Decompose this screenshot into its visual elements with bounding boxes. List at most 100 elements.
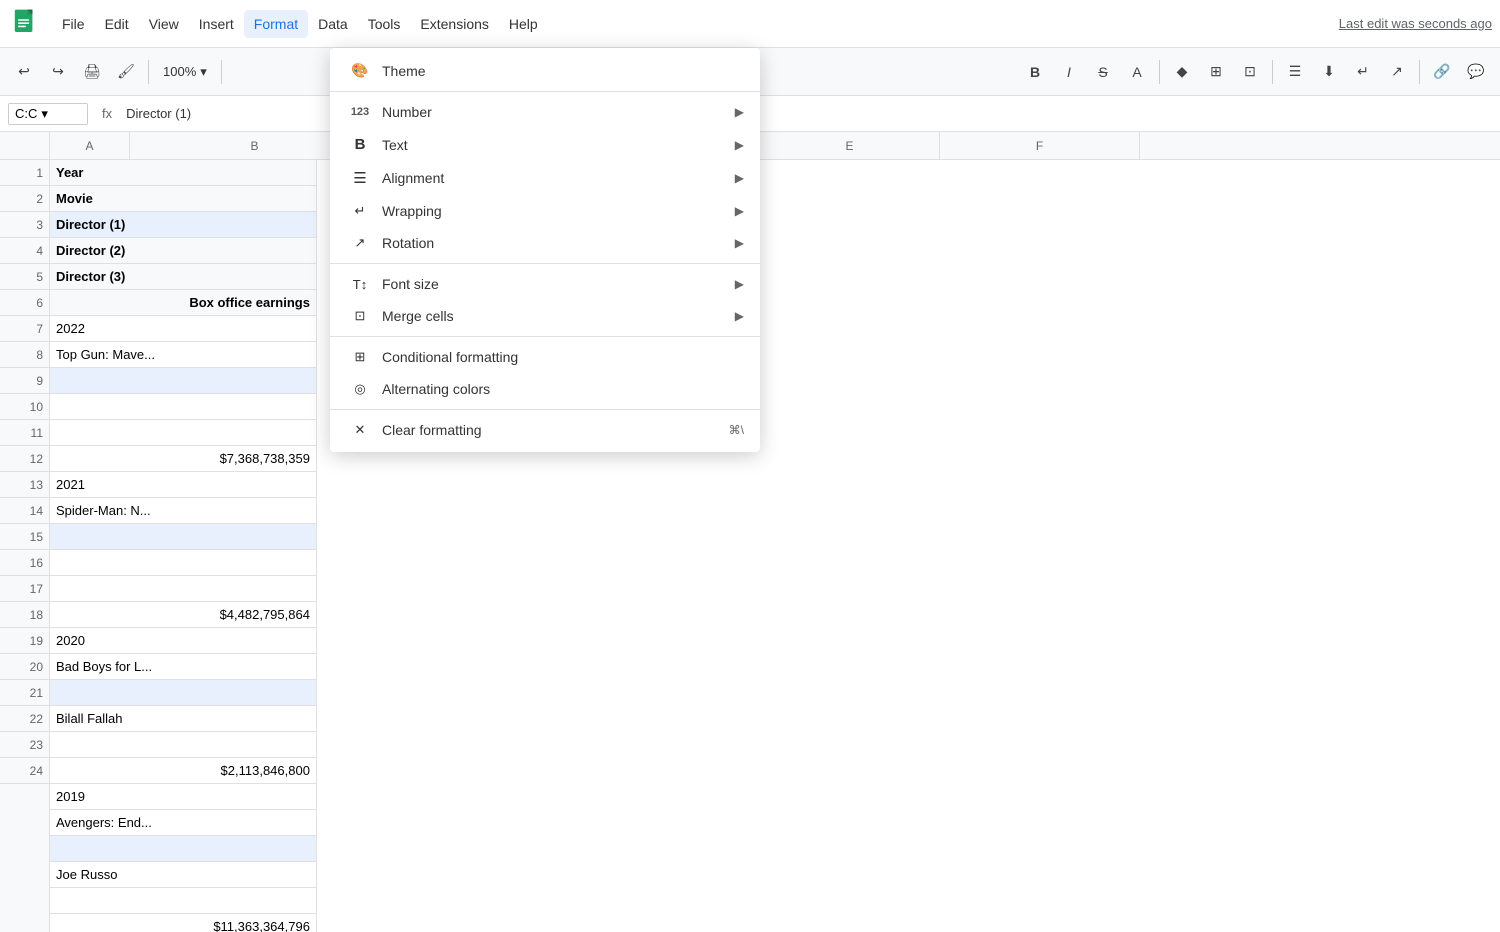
cell-3-a[interactable]: 2021	[50, 472, 317, 498]
cell-4-a[interactable]: 2020	[50, 628, 317, 654]
clear-formatting-icon: ✕	[346, 422, 374, 438]
grid-scroll[interactable]: Year Movie Director (1) Director (2) Dir…	[50, 160, 1500, 932]
cell-1-a[interactable]: Year	[50, 160, 317, 186]
format-menu-rotation[interactable]: ↗ Rotation ▶	[330, 227, 760, 259]
cell-1-f[interactable]: Box office earnings	[50, 290, 317, 316]
clear-shortcut: ⌘\	[729, 423, 744, 437]
text-wrap-button[interactable]: ↵	[1347, 56, 1379, 88]
menu-view[interactable]: View	[139, 10, 189, 38]
paint-format-button[interactable]: 🖌	[110, 56, 142, 88]
cell-2-c[interactable]	[50, 368, 317, 394]
clear-label: Clear formatting	[382, 422, 729, 438]
text-rotate-button[interactable]: ↗	[1381, 56, 1413, 88]
link-button[interactable]: 🔗	[1426, 56, 1458, 88]
row-num-7: 7	[0, 316, 49, 342]
row-num-14: 14	[0, 498, 49, 524]
col-header-a[interactable]: A	[50, 132, 130, 159]
strikethrough-button[interactable]: S	[1087, 56, 1119, 88]
redo-button[interactable]: ↪	[42, 56, 74, 88]
cell-5-b[interactable]: Avengers: End...	[50, 810, 317, 836]
cell-4-c[interactable]	[50, 680, 317, 706]
menu-edit[interactable]: Edit	[95, 10, 139, 38]
cell-4-f[interactable]: $2,113,846,800	[50, 758, 317, 784]
bold-button[interactable]: B	[1019, 56, 1051, 88]
toolbar-separator-3	[1159, 60, 1160, 84]
toolbar-separator-4	[1272, 60, 1273, 84]
cell-4-d[interactable]: Bilall Fallah	[50, 706, 317, 732]
menu-tools[interactable]: Tools	[358, 10, 411, 38]
cell-3-f[interactable]: $4,482,795,864	[50, 602, 317, 628]
format-menu-wrapping[interactable]: ↵ Wrapping ▶	[330, 195, 760, 227]
format-menu-text[interactable]: B Text ▶	[330, 128, 760, 161]
row-num-23: 23	[0, 732, 49, 758]
format-menu-merge[interactable]: ⊡ Merge cells ▶	[330, 300, 760, 332]
table-row: 2020Bad Boys for L... Bilall Fallah $2,113…	[50, 628, 1327, 784]
cell-3-d[interactable]	[50, 550, 317, 576]
menu-data[interactable]: Data	[308, 10, 358, 38]
menu-bar: File Edit View Insert Format Data Tools …	[0, 0, 1500, 48]
toolbar-right: B I S A ◆ ⊞ ⊡ ☰ ⬇ ↵ ↗ 🔗 💬	[1019, 56, 1492, 88]
undo-button[interactable]: ↩	[8, 56, 40, 88]
cell-2-d[interactable]	[50, 394, 317, 420]
format-menu-number[interactable]: 123 Number ▶	[330, 96, 760, 128]
text-color-button[interactable]: A	[1121, 56, 1153, 88]
row-num-4: 4	[0, 238, 49, 264]
cell-1-e[interactable]: Director (3)	[50, 264, 317, 290]
cell-2-a[interactable]: 2022	[50, 316, 317, 342]
col-header-f[interactable]: F	[940, 132, 1140, 159]
fontsize-label: Font size	[382, 276, 735, 292]
cell-4-b[interactable]: Bad Boys for L...	[50, 654, 317, 680]
cell-4-e[interactable]	[50, 732, 317, 758]
valign-button[interactable]: ⬇	[1313, 56, 1345, 88]
cell-5-d[interactable]: Joe Russo	[50, 862, 317, 888]
merge-cells-button[interactable]: ⊡	[1234, 56, 1266, 88]
col-header-e[interactable]: E	[760, 132, 940, 159]
format-menu-conditional[interactable]: ⊞ Conditional formatting	[330, 341, 760, 373]
row-num-22: 22	[0, 706, 49, 732]
table-row: 2019Avengers: End... Joe Russo $11,363,364…	[50, 784, 1327, 932]
cell-1-b[interactable]: Movie	[50, 186, 317, 212]
cell-2-e[interactable]	[50, 420, 317, 446]
cell-2-f[interactable]: $7,368,738,359	[50, 446, 317, 472]
align-left-button[interactable]: ☰	[1279, 56, 1311, 88]
borders-button[interactable]: ⊞	[1200, 56, 1232, 88]
format-menu-alternating[interactable]: ◎ Alternating colors	[330, 373, 760, 405]
menu-file[interactable]: File	[52, 10, 95, 38]
menu-format[interactable]: Format	[244, 10, 308, 38]
number-label: Number	[382, 104, 735, 120]
cell-5-f[interactable]: $11,363,364,796	[50, 914, 317, 932]
number-icon: 123	[346, 106, 374, 118]
cell-1-c[interactable]: Director (1)	[50, 212, 317, 238]
format-menu-alignment[interactable]: ☰ Alignment ▶	[330, 161, 760, 195]
app-logo	[8, 6, 44, 42]
italic-button[interactable]: I	[1053, 56, 1085, 88]
format-menu-clear[interactable]: ✕ Clear formatting ⌘\	[330, 414, 760, 446]
menu-extensions[interactable]: Extensions	[410, 10, 498, 38]
cell-1-d[interactable]: Director (2)	[50, 238, 317, 264]
format-menu-fontsize[interactable]: T↕ Font size ▶	[330, 268, 760, 300]
cell-5-e[interactable]	[50, 888, 317, 914]
menu-help[interactable]: Help	[499, 10, 548, 38]
rotation-icon: ↗	[346, 235, 374, 251]
row-num-5: 5	[0, 264, 49, 290]
cell-5-c[interactable]	[50, 836, 317, 862]
cell-3-e[interactable]	[50, 576, 317, 602]
conditional-label: Conditional formatting	[382, 349, 744, 365]
wrapping-icon: ↵	[346, 203, 374, 219]
cell-reference[interactable]: C:C ▾	[8, 103, 88, 125]
fill-color-button[interactable]: ◆	[1166, 56, 1198, 88]
merge-arrow-icon: ▶	[735, 309, 744, 323]
format-menu-theme[interactable]: 🎨 Theme	[330, 54, 760, 87]
print-button[interactable]: 🖨	[76, 56, 108, 88]
cell-2-b[interactable]: Top Gun: Mave...	[50, 342, 317, 368]
comment-button[interactable]: 💬	[1460, 56, 1492, 88]
zoom-selector[interactable]: 100% ▾	[155, 60, 215, 84]
menu-insert[interactable]: Insert	[189, 10, 244, 38]
row-num-2: 2	[0, 186, 49, 212]
cell-5-a[interactable]: 2019	[50, 784, 317, 810]
cell-3-c[interactable]	[50, 524, 317, 550]
row-num-6: 6	[0, 290, 49, 316]
toolbar-separator-5	[1419, 60, 1420, 84]
wrapping-arrow-icon: ▶	[735, 204, 744, 218]
cell-3-b[interactable]: Spider-Man: N...	[50, 498, 317, 524]
